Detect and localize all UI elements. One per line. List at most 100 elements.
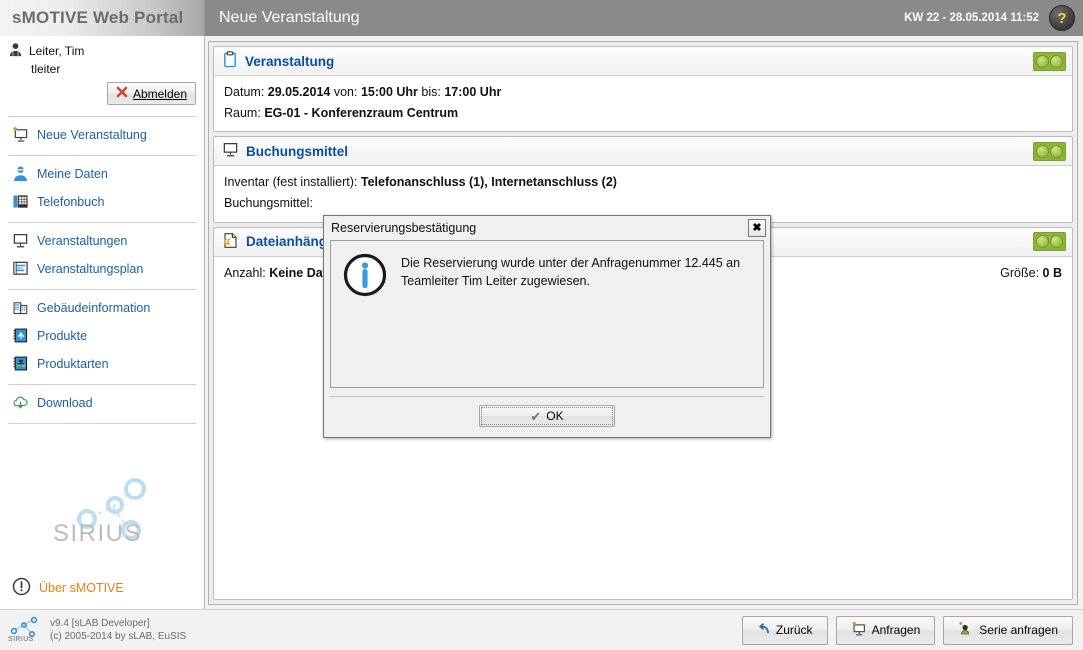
sidebar-item-label: Meine Daten	[37, 167, 108, 182]
about-smotive-link[interactable]: Über sMOTIVE	[0, 571, 204, 609]
building-icon	[12, 299, 29, 319]
ok-button[interactable]: ✔ OK	[479, 405, 615, 427]
sidebar-divider	[8, 384, 196, 385]
user-icon	[12, 165, 29, 185]
event-room-line: Raum: EG-01 - Konferenzraum Centrum	[224, 103, 1062, 124]
request-button[interactable]: Anfragen	[835, 615, 936, 645]
ok-button-label: OK	[546, 409, 564, 423]
count-label: Anzahl:	[224, 265, 266, 280]
svg-text:SIRIUS: SIRIUS	[8, 636, 34, 642]
sidebar-item-label: Produktarten	[37, 357, 109, 372]
panel-title: Veranstaltung	[245, 53, 335, 69]
sidebar-item-label: Produkte	[37, 329, 88, 344]
date-value: 29.05.2014	[267, 85, 331, 99]
toggle-dot-left-icon[interactable]	[1036, 54, 1049, 68]
body-row: Leiter, Tim tleiter Abmelden Neue Verans…	[0, 36, 1083, 609]
booking-label: Buchungsmittel:	[224, 195, 313, 210]
products-icon	[12, 327, 29, 347]
footer-text: v9.4 [sLAB Developer] (c) 2005-2014 by s…	[50, 617, 186, 644]
dialog-footer: ✔ OK	[330, 396, 764, 437]
bottom-bar: SIRIUS v9.4 [sLAB Developer] (c) 2005-20…	[0, 609, 1083, 650]
panel-toggle-buttons[interactable]	[1033, 51, 1066, 71]
info-icon	[343, 253, 387, 300]
sidebar-item-veranstaltungsplan[interactable]: Veranstaltungsplan	[0, 256, 204, 284]
application-window: sMOTIVE Web Portal Neue Veranstaltung KW…	[0, 0, 1083, 650]
panel-header: Veranstaltung	[214, 47, 1072, 76]
page-title: Neue Veranstaltung	[219, 9, 360, 26]
sidebar-item-label: Veranstaltungsplan	[37, 262, 144, 277]
sidebar-item-produkte[interactable]: Produkte	[0, 323, 204, 351]
series-request-button[interactable]: Serie anfragen	[943, 615, 1073, 645]
panel-buchungsmittel: Buchungsmittel Inventar (fest installier…	[213, 136, 1073, 223]
sidebar-item-label: Telefonbuch	[37, 195, 105, 210]
series-request-button-label: Serie anfragen	[979, 623, 1058, 637]
room-value: EG-01 - Konferenzraum Centrum	[264, 105, 459, 120]
panel-title: Dateianhänge	[246, 234, 335, 249]
logout-button[interactable]: Abmelden	[106, 82, 196, 105]
panel-toggle-buttons[interactable]	[1033, 232, 1066, 251]
clipboard-icon	[222, 51, 238, 71]
toggle-dot-right-icon[interactable]	[1050, 54, 1063, 68]
monitor-icon	[222, 141, 239, 161]
close-icon[interactable]: ✖	[748, 219, 766, 237]
sirius-watermark-logo: SIRIUS	[0, 461, 204, 571]
panel-body: Datum: 29.05.2014 von: 15:00 Uhr bis: 17…	[214, 76, 1072, 132]
panel-header-left: Buchungsmittel	[222, 141, 348, 161]
sidebar-item-produktarten[interactable]: Produktarten	[0, 351, 204, 379]
date-label: Datum:	[224, 85, 265, 99]
events-icon	[12, 232, 29, 252]
checkmark-icon: ✔	[530, 408, 542, 424]
footer-version: v9.4 [sLAB Developer]	[50, 617, 150, 629]
back-button-label: Zurück	[775, 623, 813, 637]
size-value: 0 B	[1042, 265, 1062, 280]
sidebar-item-download[interactable]: Download	[0, 390, 204, 418]
panel-toggle-buttons[interactable]	[1033, 141, 1066, 161]
panel-header: Buchungsmittel	[214, 137, 1072, 167]
sirius-footer-logo-icon: SIRIUS	[8, 616, 42, 645]
sidebar-divider	[8, 222, 196, 223]
series-request-icon	[958, 621, 974, 640]
sidebar: Leiter, Tim tleiter Abmelden Neue Verans…	[0, 36, 205, 609]
toggle-dot-right-icon[interactable]	[1050, 144, 1063, 158]
dialog-title-bar: Reservierungsbestätigung ✖	[324, 216, 770, 240]
product-types-icon	[12, 355, 29, 375]
sidebar-item-gebaeudeinformation[interactable]: Gebäudeinformation	[0, 295, 204, 323]
help-icon[interactable]: ?	[1049, 5, 1075, 31]
user-username: tleiter	[31, 62, 61, 76]
top-bar-right: Neue Veranstaltung KW 22 - 28.05.2014 11…	[205, 0, 1083, 36]
user-display-name: Leiter, Tim	[29, 44, 85, 58]
inventory-line: Inventar (fest installiert): Telefonansc…	[224, 172, 1062, 193]
sidebar-divider	[8, 116, 196, 117]
sidebar-item-neue-veranstaltung[interactable]: Neue Veranstaltung	[0, 122, 204, 150]
panel-veranstaltung: Veranstaltung Datum: 29.05.2014 von: 15:	[213, 46, 1073, 133]
event-plan-icon	[12, 260, 29, 280]
app-brand-title: sMOTIVE Web Portal	[0, 0, 205, 36]
room-label: Raum:	[224, 105, 261, 120]
sidebar-item-meine-daten[interactable]: Meine Daten	[0, 161, 204, 189]
top-bar: sMOTIVE Web Portal Neue Veranstaltung KW…	[0, 0, 1083, 36]
sidebar-item-label: Gebäudeinformation	[37, 301, 151, 316]
close-x-icon	[116, 86, 128, 101]
sidebar-nav: Neue Veranstaltung Meine Daten Telefonbu…	[0, 122, 204, 433]
toggle-dot-right-icon[interactable]	[1050, 235, 1063, 248]
sidebar-item-telefonbuch[interactable]: Telefonbuch	[0, 189, 204, 217]
back-button[interactable]: Zurück	[741, 615, 828, 645]
new-event-icon	[12, 126, 29, 146]
toggle-dot-left-icon[interactable]	[1036, 235, 1049, 248]
from-label: von:	[333, 85, 358, 99]
sidebar-divider	[8, 155, 196, 156]
sidebar-item-label: Download	[37, 396, 93, 411]
sidebar-item-veranstaltungen[interactable]: Veranstaltungen	[0, 228, 204, 256]
sidebar-divider	[8, 423, 196, 424]
request-icon	[851, 621, 867, 640]
from-value: 15:00 Uhr	[360, 85, 418, 99]
reservation-confirmation-dialog: Reservierungsbestätigung ✖ Die Reservier…	[323, 215, 771, 438]
footer-actions: Zurück Anfragen Serie anfragen	[741, 615, 1083, 645]
about-smotive-label: Über sMOTIVE	[39, 581, 124, 595]
toggle-dot-left-icon[interactable]	[1036, 144, 1049, 158]
attachment-file-icon	[222, 232, 239, 252]
panel-body: Inventar (fest installiert): Telefonansc…	[214, 166, 1072, 222]
clock-label: KW 22 - 28.05.2014 11:52	[904, 12, 1039, 24]
dialog-title-label: Reservierungsbestätigung	[331, 221, 477, 235]
dialog-message: Die Reservierung wurde unter der Anfrage…	[401, 256, 741, 289]
